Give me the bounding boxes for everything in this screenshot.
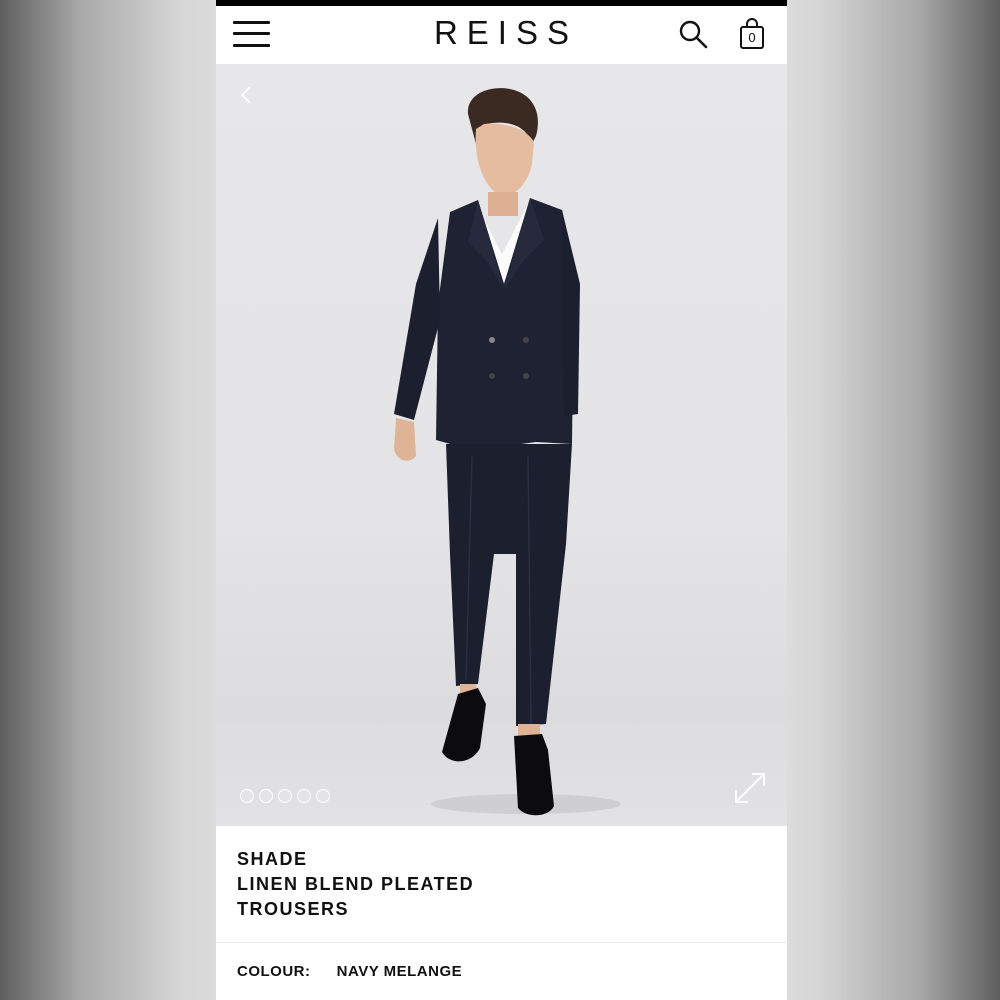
colour-selector[interactable]: COLOUR: NAVY MELANGE — [237, 963, 462, 980]
product-image-gallery[interactable] — [216, 64, 787, 826]
product-brand: SHADE — [237, 849, 308, 869]
divider — [216, 942, 787, 943]
expand-icon[interactable] — [732, 770, 768, 806]
product-photo — [394, 88, 621, 816]
product-title: LINEN BLEND PLEATED TROUSERS — [237, 874, 475, 919]
pagination-dot[interactable] — [259, 789, 273, 803]
phone-screen: REISS 0 SHADE LINEN BLEND PLEATED TROUSE… — [216, 0, 787, 1000]
gallery-pagination — [240, 789, 330, 803]
pagination-dot[interactable] — [278, 789, 292, 803]
pagination-dot[interactable] — [297, 789, 311, 803]
bag-count-badge: 0 — [748, 30, 756, 45]
colour-value: NAVY MELANGE — [336, 963, 463, 980]
pagination-dot[interactable] — [316, 789, 330, 803]
product-info: SHADE LINEN BLEND PLEATED TROUSERS COLOU… — [216, 826, 787, 1000]
shopping-bag-icon[interactable]: 0 — [738, 17, 766, 51]
site-header: REISS 0 — [216, 6, 787, 64]
pagination-dot[interactable] — [240, 789, 254, 803]
colour-label: COLOUR: — [237, 963, 311, 980]
right-backdrop — [786, 0, 1000, 1000]
chevron-left-icon[interactable] — [238, 84, 254, 106]
search-icon[interactable] — [678, 19, 708, 49]
